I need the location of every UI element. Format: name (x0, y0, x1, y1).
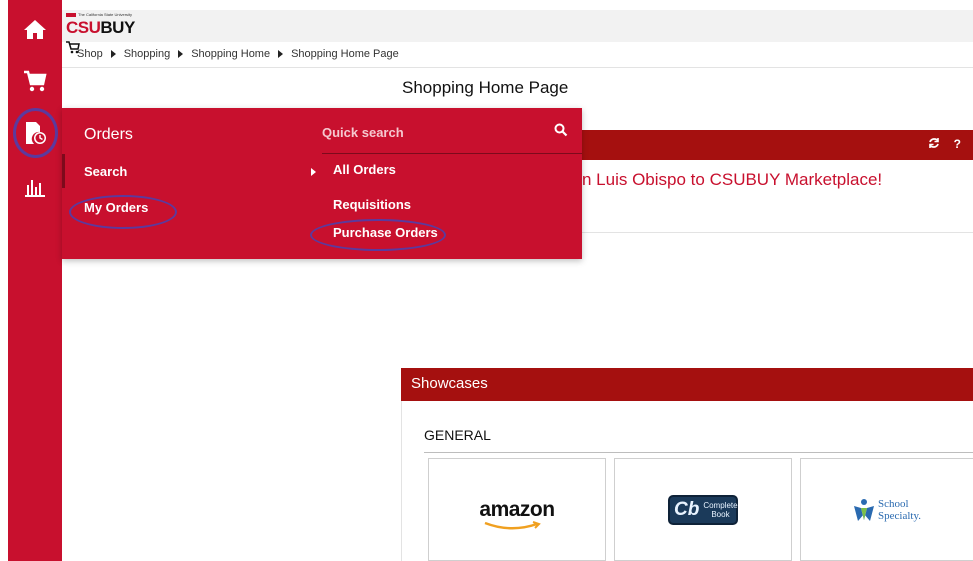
help-button[interactable]: ? (954, 137, 961, 151)
breadcrumb-separator-icon (278, 50, 284, 58)
school-specialty-logo-icon (854, 498, 875, 521)
submenu-arrow-icon (311, 168, 316, 176)
breadcrumb: Shop Shopping Shopping Home Shopping Hom… (77, 48, 399, 60)
school-specialty-line1: School (878, 497, 909, 510)
welcome-panel-divider (582, 232, 973, 233)
bar-chart-icon (25, 180, 45, 197)
breadcrumb-divider (62, 67, 973, 68)
home-icon (24, 20, 46, 39)
flyout-title: Orders (84, 126, 133, 143)
nav-orders-button[interactable] (8, 108, 62, 158)
submenu-item-purchase-orders[interactable]: Purchase Orders (333, 225, 438, 240)
section-label-general: GENERAL (424, 427, 491, 443)
showcase-tile-school-specialty[interactable]: School Specialty. (800, 458, 973, 561)
welcome-message: n Luis Obispo to CSUBUY Marketplace! (582, 170, 883, 189)
nav-home-button[interactable] (8, 4, 62, 54)
orders-flyout-menu: Orders Search My Orders All Orders Requi… (62, 108, 582, 259)
logo-csu: CSU (66, 18, 101, 37)
breadcrumb-current: Shopping Home Page (291, 48, 399, 60)
amazon-logo-text: amazon (479, 497, 555, 521)
page-title: Shopping Home Page (402, 78, 569, 97)
complete-book-line1: Complete (703, 500, 738, 510)
welcome-panel-header: ? (582, 130, 973, 160)
complete-book-mark: Cb (674, 498, 700, 520)
section-divider (424, 452, 973, 453)
showcases-header: Showcases (401, 368, 973, 401)
showcase-tile-amazon[interactable]: amazon (428, 458, 606, 561)
quick-search-input[interactable] (322, 120, 542, 144)
active-item-indicator (62, 154, 65, 188)
complete-book-logo: Cb Complete Book (668, 494, 738, 525)
refresh-icon[interactable] (928, 137, 940, 149)
breadcrumb-separator-icon (178, 50, 184, 58)
breadcrumb-shopping-home[interactable]: Shopping Home (191, 48, 270, 60)
amazon-smile-icon (484, 520, 542, 529)
breadcrumb-shop[interactable]: Shop (77, 48, 103, 60)
logo-tagline: The California State University (78, 12, 133, 17)
document-clock-icon (26, 122, 46, 144)
menu-item-my-orders[interactable]: My Orders (84, 200, 148, 215)
csubuy-logo[interactable]: The California State University CSUBUY (66, 12, 146, 54)
quick-search-box (322, 120, 582, 154)
search-icon[interactable] (554, 123, 568, 137)
complete-book-line2: Book (711, 509, 730, 519)
nav-reports-button[interactable] (8, 162, 62, 212)
left-nav-rail (8, 0, 62, 561)
breadcrumb-separator-icon (110, 50, 116, 58)
breadcrumb-shopping[interactable]: Shopping (124, 48, 171, 60)
school-specialty-line2: Specialty. (878, 509, 921, 522)
cart-icon (24, 70, 47, 92)
submenu-item-requisitions[interactable]: Requisitions (333, 197, 411, 212)
logo-buy: BUY (100, 18, 135, 37)
showcase-tile-complete-book[interactable]: Cb Complete Book (614, 458, 792, 561)
submenu-item-all-orders[interactable]: All Orders (333, 162, 396, 177)
nav-shop-button[interactable] (8, 56, 62, 106)
menu-item-search[interactable]: Search (84, 164, 127, 179)
app-root: The California State University CSUBUY S… (0, 0, 973, 561)
top-header-bar (62, 10, 973, 42)
